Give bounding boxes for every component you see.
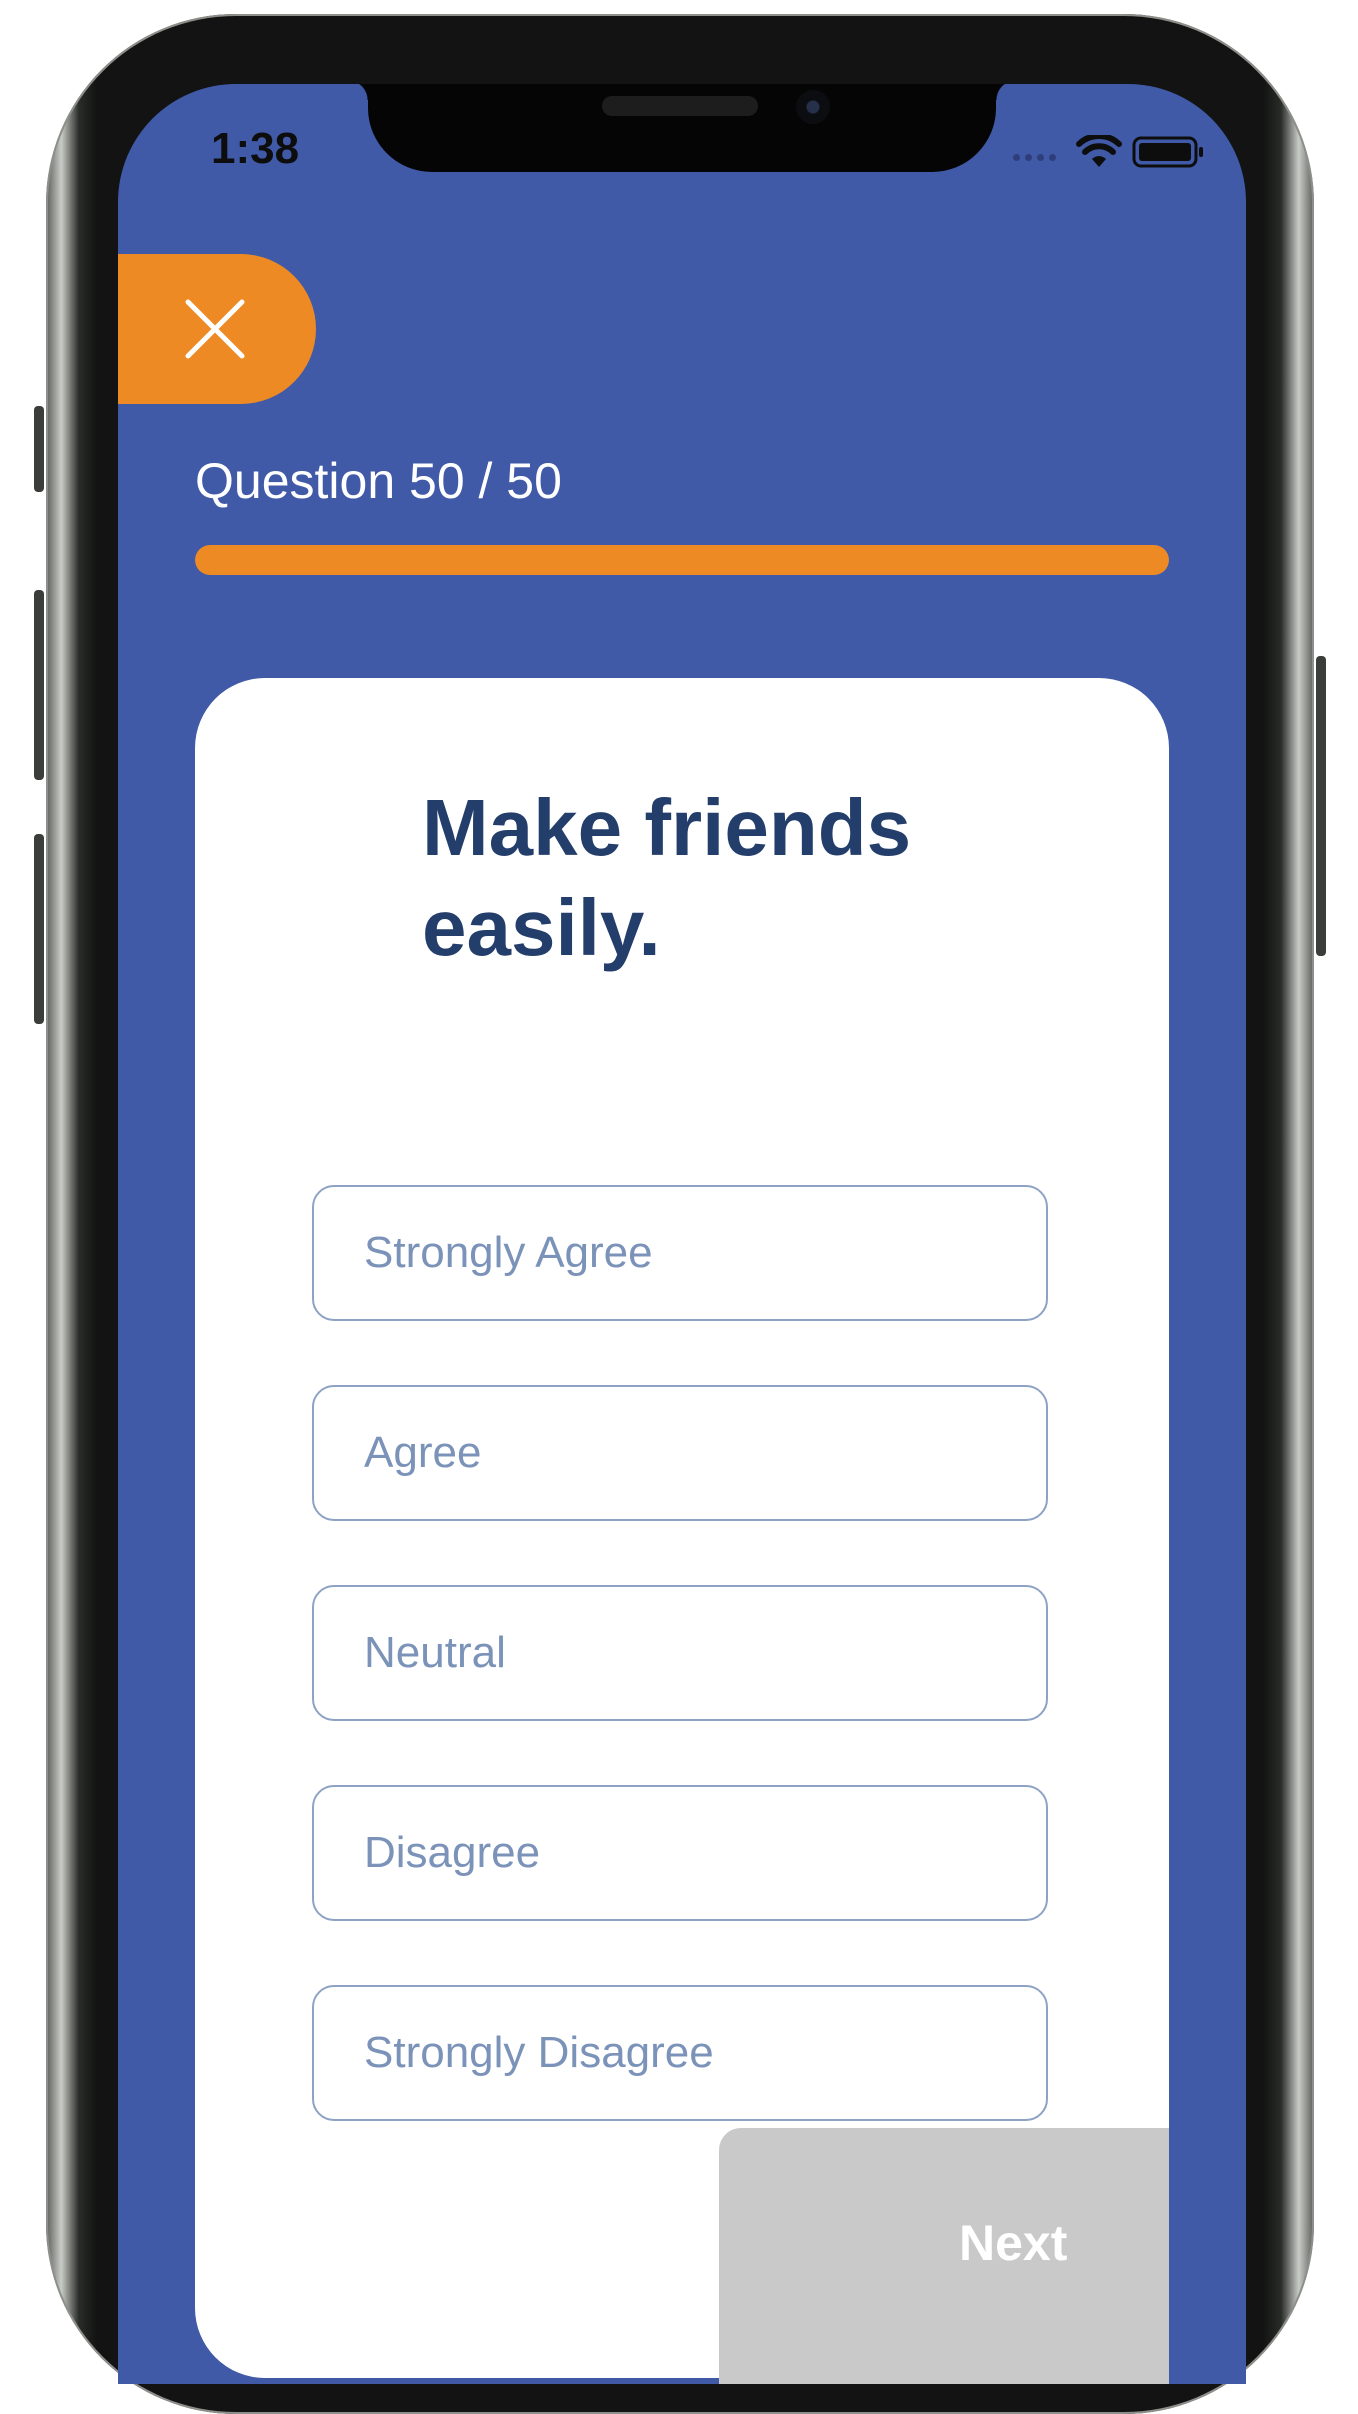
battery-icon <box>1132 136 1203 168</box>
close-icon <box>185 299 245 359</box>
signal-dots-icon <box>1013 153 1056 161</box>
next-button[interactable]: Next <box>719 2128 1169 2384</box>
volume-up-button <box>34 590 44 780</box>
speaker-grille <box>602 96 758 116</box>
status-icons <box>1013 132 1206 172</box>
option-agree[interactable]: Agree <box>312 1385 1048 1521</box>
question-card: Make friends easily. Strongly Agree Agre… <box>195 678 1169 2384</box>
status-time: 1:38 <box>211 124 300 173</box>
option-strongly-agree[interactable]: Strongly Agree <box>312 1185 1048 1321</box>
mute-switch <box>34 406 44 492</box>
option-neutral[interactable]: Neutral <box>312 1585 1048 1721</box>
question-counter: Question 50 / 50 <box>195 453 562 509</box>
option-disagree[interactable]: Disagree <box>312 1785 1048 1921</box>
close-button[interactable] <box>118 254 316 404</box>
notch <box>348 84 1016 172</box>
question-text: Make friends easily. <box>422 783 912 972</box>
app-screen: 1:38 Question 50 / 50 Make friends easil… <box>118 84 1246 2384</box>
volume-down-button <box>34 834 44 1024</box>
progress-fill <box>195 545 1169 575</box>
front-camera <box>796 90 830 124</box>
power-button <box>1316 656 1326 956</box>
progress-bar <box>195 545 1169 575</box>
wifi-icon <box>1076 135 1122 167</box>
next-button-label: Next <box>959 2215 1068 2271</box>
option-strongly-disagree[interactable]: Strongly Disagree <box>312 1985 1048 2121</box>
